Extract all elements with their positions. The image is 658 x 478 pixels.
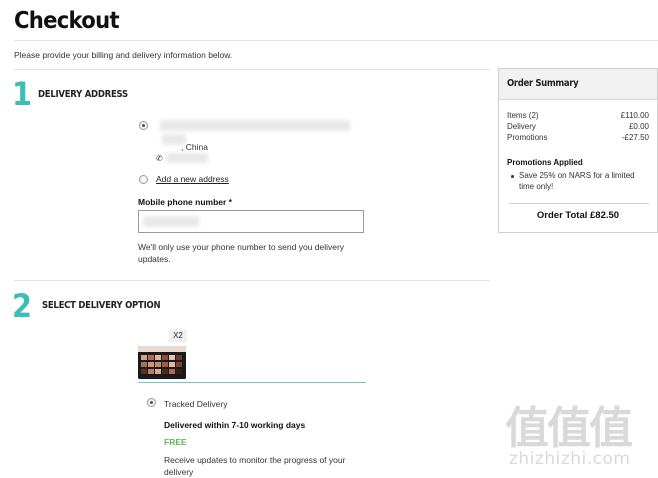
delivery-updates-line1: Receive updates to monitor the progress … [164, 455, 346, 465]
delivery-time: Delivered within 7-10 working days [164, 420, 306, 430]
palette-swatches [138, 346, 186, 379]
phone-icon: ✆ [156, 154, 163, 163]
tracked-delivery-label[interactable]: Tracked Delivery [164, 399, 227, 409]
summary-row-label: Delivery [507, 122, 536, 131]
add-new-address-link[interactable]: Add a new address [156, 174, 229, 184]
promotion-text: Save 25% on NARS for a limited time only… [519, 170, 635, 192]
product-underline [138, 382, 366, 383]
add-address-radio[interactable] [139, 175, 148, 184]
summary-divider [509, 203, 649, 204]
watermark-domain: zhizhizhi.com [509, 449, 631, 469]
summary-row-value: -£27.50 [621, 133, 649, 142]
promotion-line2: time only! [519, 182, 554, 191]
promotions-heading: Promotions Applied [507, 158, 583, 167]
delivery-updates-line2: delivery [164, 467, 194, 477]
intro-divider [14, 69, 490, 70]
summary-row-label: Items (2) [507, 111, 539, 120]
phone-field-redacted [143, 216, 199, 227]
delivery-updates-note: Receive updates to monitor the progress … [164, 454, 345, 478]
summary-row-items: Items (2) £110.00 [507, 111, 649, 122]
summary-row-value: £0.00 [628, 122, 649, 131]
eyeshadow-palette-image [138, 346, 186, 379]
address-redacted-line1 [160, 120, 350, 131]
page-title: Checkout [14, 8, 120, 34]
phone-note: We'll only use your phone number to send… [138, 241, 344, 265]
summary-row-delivery: Delivery £0.00 [507, 122, 649, 133]
mobile-phone-field[interactable] [138, 210, 364, 233]
watermark-glyphs: 值值值 [505, 403, 633, 454]
order-summary-title: Order Summary [507, 78, 579, 89]
step-2-number: 2 [12, 287, 33, 325]
phone-label: Mobile phone number * [138, 197, 232, 207]
summary-row-promotions: Promotions -£27.50 [507, 133, 649, 144]
tracked-delivery-radio[interactable] [147, 398, 156, 407]
order-summary-panel: Order Summary Items (2) £110.00 Delivery… [498, 68, 658, 233]
address-country: , China [181, 142, 208, 152]
product-quantity-badge: X2 [169, 330, 187, 342]
step-2-title: SELECT DELIVERY OPTION [42, 300, 161, 311]
promotion-bullet [511, 175, 514, 178]
step-1-title: DELIVERY ADDRESS [38, 89, 128, 100]
summary-row-value: £110.00 [620, 111, 649, 120]
header-divider [14, 40, 658, 41]
step-1-number: 1 [12, 75, 33, 113]
phone-note-line1: We'll only use your phone number to send… [138, 242, 345, 252]
summary-row-label: Promotions [507, 133, 548, 142]
phone-note-line2: updates. [138, 254, 171, 264]
order-total: Order Total £82.50 [536, 210, 620, 221]
phone-redacted [166, 153, 208, 163]
order-summary-header: Order Summary [499, 69, 657, 100]
promotion-line1: Save 25% on NARS for a limited [519, 171, 635, 180]
saved-address-block[interactable]: , China ✆ [150, 116, 360, 168]
step-divider [14, 280, 490, 281]
intro-text: Please provide your billing and delivery… [14, 50, 233, 60]
saved-address-radio[interactable] [139, 121, 148, 130]
delivery-price: FREE [164, 437, 187, 447]
